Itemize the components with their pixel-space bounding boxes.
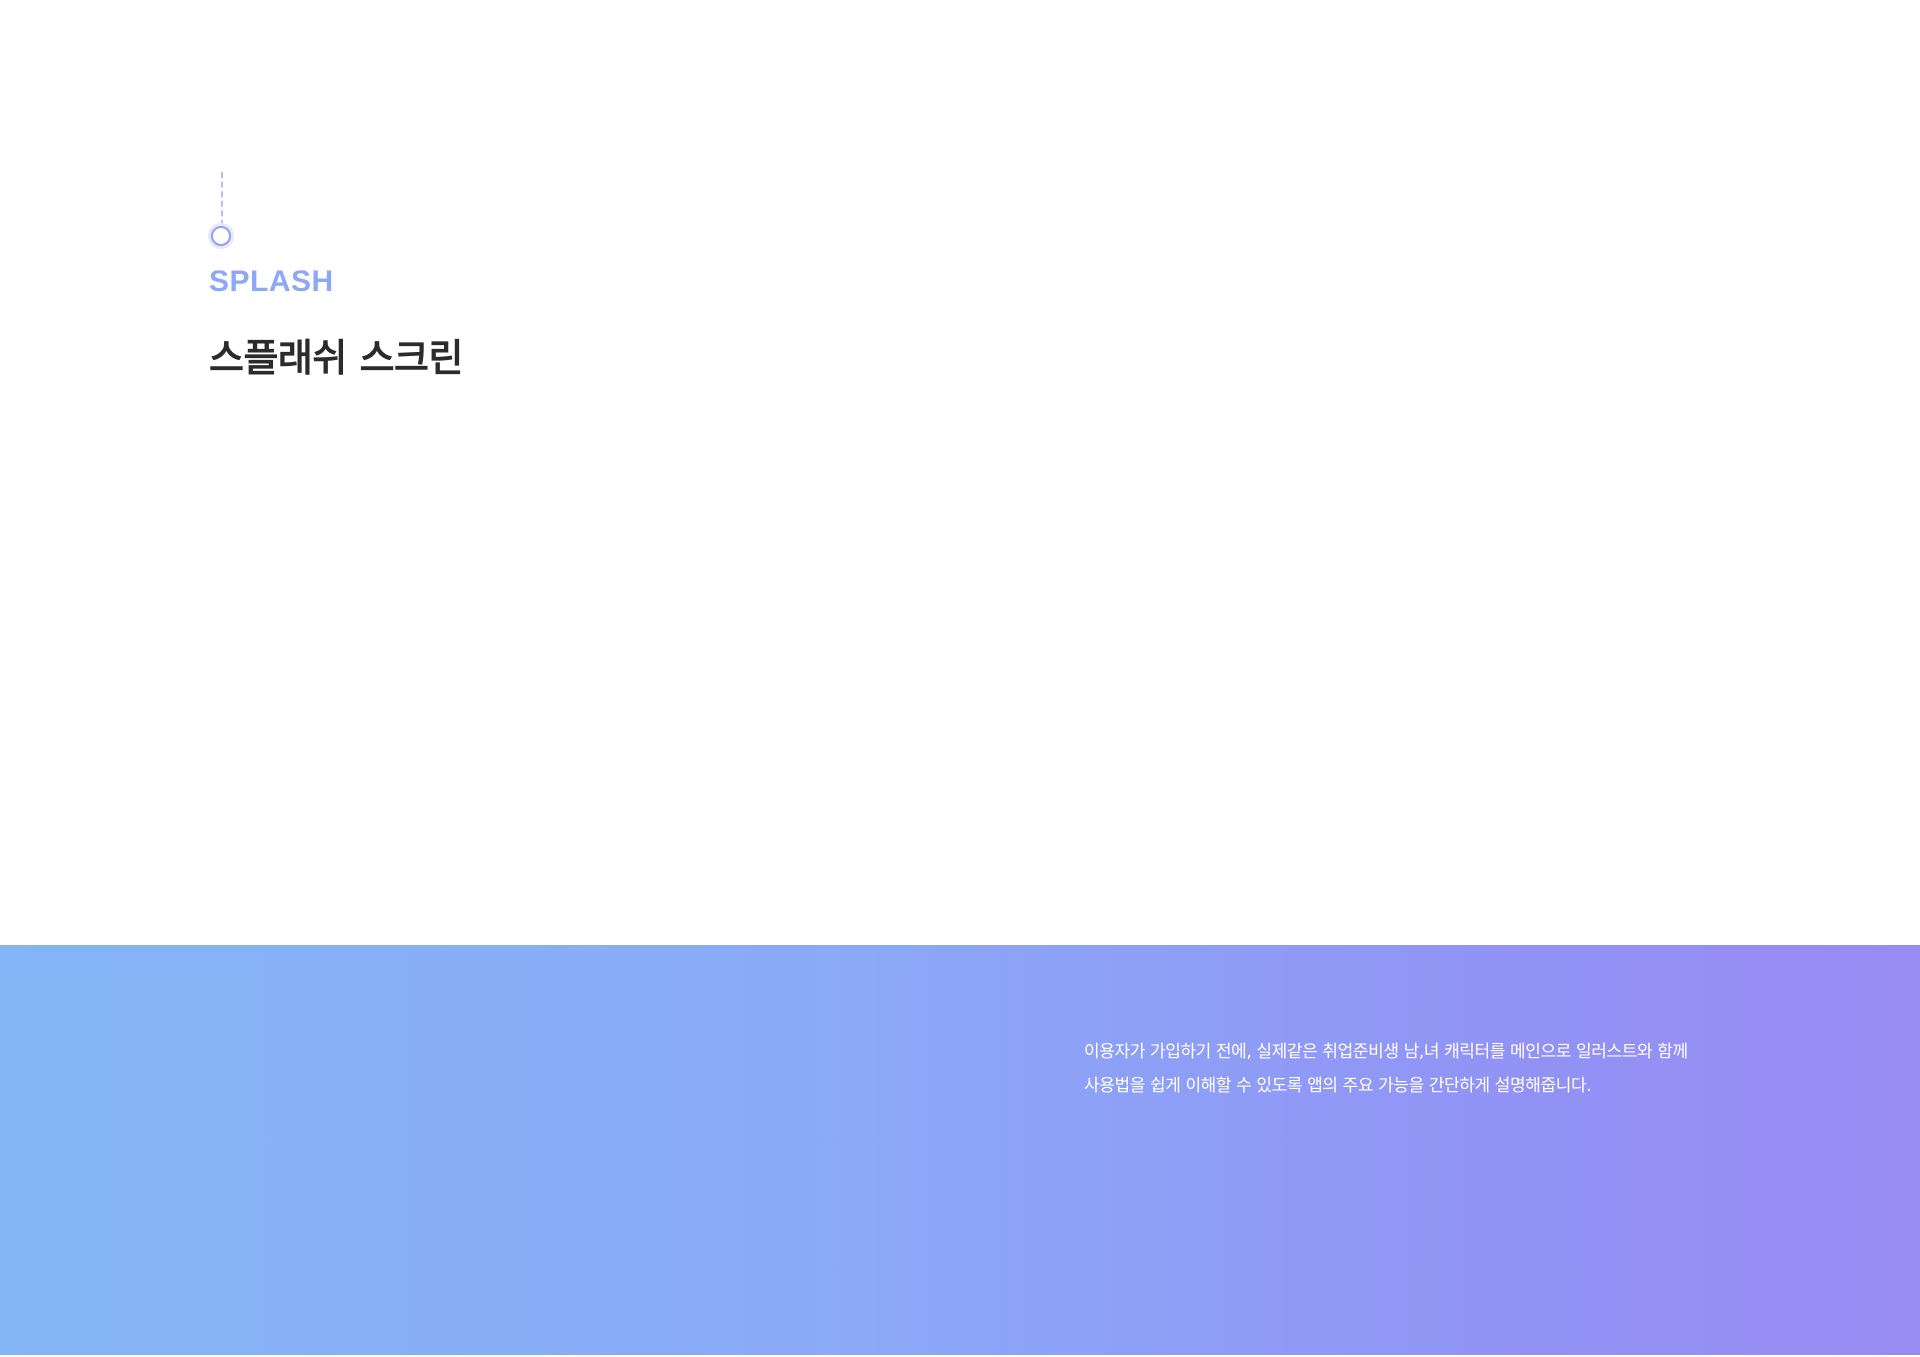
hero-description-line: 이용자가 가입하기 전에, 실제같은 취업준비생 남,녀 캐릭터를 메인으로 일… [1084, 1042, 1688, 1062]
hero-description-line: 사용법을 쉽게 이해할 수 있도록 앱의 주요 가능을 간단하게 설명해줍니다. [1084, 1076, 1592, 1096]
section-label: SPLASH [209, 265, 334, 298]
hero-description: 이용자가 가입하기 전에, 실제같은 취업준비생 남,녀 캐릭터를 메인으로 일… [1084, 1035, 1784, 1103]
timeline-circle-icon [211, 226, 231, 246]
timeline-dashed-line [221, 172, 223, 226]
timeline-marker [210, 172, 234, 250]
section-title: 스플래쉬 스크린 [209, 336, 463, 380]
hero-banner [0, 945, 1920, 1355]
